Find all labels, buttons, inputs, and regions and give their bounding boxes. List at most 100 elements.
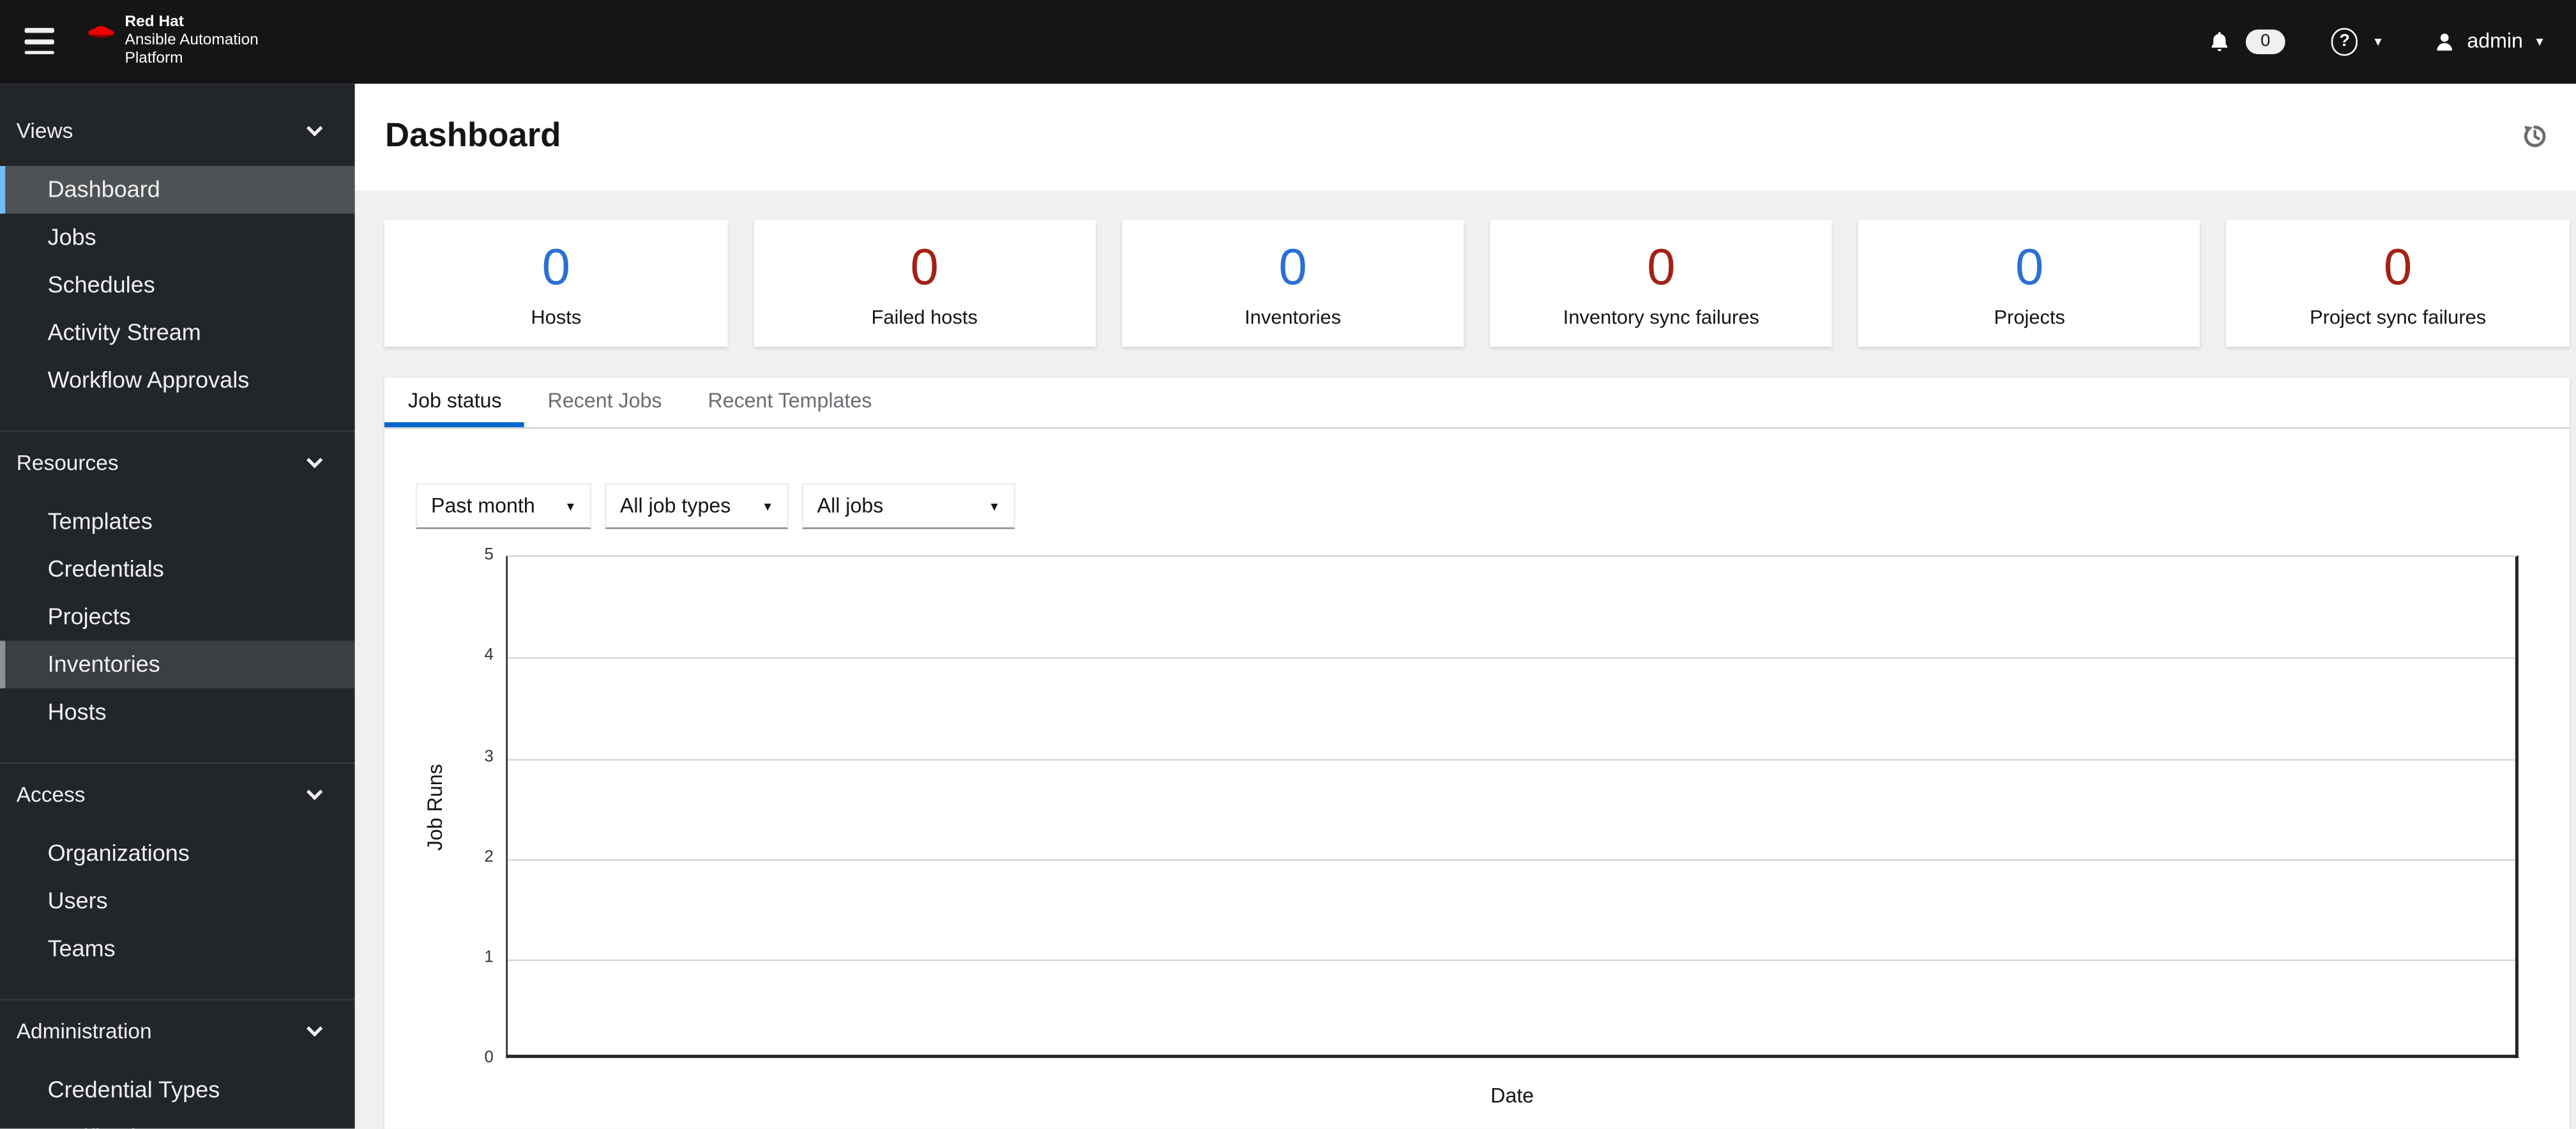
user-menu[interactable]: admin ▾ xyxy=(2434,30,2543,53)
stat-label: Projects xyxy=(1994,305,2066,329)
sidebar-section-toggle-administration[interactable]: Administration xyxy=(0,1006,355,1054)
plot-area xyxy=(505,555,2519,1059)
dashboard-content: 0 Hosts 0 Failed hosts 0 Inventories 0 Inventor… xyxy=(354,190,2576,1129)
stat-card-failed-hosts[interactable]: 0 Failed hosts xyxy=(753,220,1096,347)
sidebar-section-toggle-views[interactable]: Views xyxy=(0,106,355,154)
hamburger-icon xyxy=(24,28,54,33)
chart-filters: Past month ▾ All job types ▾ All jobs ▾ xyxy=(416,483,2569,529)
caret-down-icon: ▾ xyxy=(566,497,574,513)
stat-value[interactable]: 0 xyxy=(2234,241,2563,295)
sidebar-nav: Views Dashboard Jobs Schedules Activity Stre… xyxy=(0,82,355,1129)
sidebar-section-views: Views Dashboard Jobs Schedules Activity Stre… xyxy=(0,106,355,432)
filter-job-type-select[interactable]: All job types ▾ xyxy=(605,483,789,529)
gridline xyxy=(507,959,2516,962)
stat-card-project-sync-failures[interactable]: 0 Project sync failures xyxy=(2227,220,2569,347)
y-axis-ticks: 0 1 2 3 4 5 xyxy=(385,546,494,1067)
tabs-bar: Job status Recent Jobs Recent Templates xyxy=(385,378,2569,429)
sidebar-section-label: Administration xyxy=(16,1017,152,1043)
sidebar-item-users[interactable]: Users xyxy=(0,877,355,925)
sidebar-item-notifications[interactable]: Notifications xyxy=(0,1113,355,1129)
stat-label: Project sync failures xyxy=(2309,305,2487,329)
chevron-down-icon xyxy=(306,1019,323,1036)
gridline xyxy=(507,657,2516,660)
brand-logo: Red Hat Ansible Automation Platform xyxy=(87,13,259,68)
brand-line2: Ansible Automation xyxy=(125,31,259,49)
stat-value[interactable]: 0 xyxy=(1128,241,1457,295)
filter-job-type-value: All job types xyxy=(619,494,731,518)
filter-job-filter-value: All jobs xyxy=(817,494,884,518)
job-status-panel: Job status Recent Jobs Recent Templates Pa… xyxy=(385,377,2569,1129)
chevron-down-icon xyxy=(306,783,323,799)
sidebar-item-dashboard[interactable]: Dashboard xyxy=(0,165,355,213)
stat-label: Failed hosts xyxy=(871,305,978,329)
brand-line3: Platform xyxy=(125,49,183,67)
stat-label: Inventories xyxy=(1245,305,1342,329)
stat-label: Inventory sync failures xyxy=(1563,305,1759,329)
stat-value[interactable]: 0 xyxy=(760,241,1089,295)
filter-period-value: Past month xyxy=(431,494,535,518)
history-clock-icon xyxy=(2524,126,2546,148)
y-tick-label: 1 xyxy=(484,948,494,967)
sidebar-item-teams[interactable]: Teams xyxy=(0,924,355,972)
stat-card-hosts[interactable]: 0 Hosts xyxy=(385,220,727,347)
stat-value[interactable]: 0 xyxy=(1497,241,1826,295)
stat-label: Hosts xyxy=(531,305,582,329)
stat-card-inventory-sync-failures[interactable]: 0 Inventory sync failures xyxy=(1490,220,1833,347)
page-shell: Views Dashboard Jobs Schedules Activity Stre… xyxy=(0,82,2576,1129)
sidebar-item-activity-stream[interactable]: Activity Stream xyxy=(0,308,355,356)
caret-down-icon: ▾ xyxy=(990,497,998,513)
sidebar-section-access: Access Organizations Users Teams xyxy=(0,763,355,1000)
filter-job-filter-select[interactable]: All jobs ▾ xyxy=(802,483,1016,529)
sidebar-item-organizations[interactable]: Organizations xyxy=(0,829,355,877)
stat-value[interactable]: 0 xyxy=(391,241,720,295)
user-icon xyxy=(2436,33,2452,50)
filter-period-select[interactable]: Past month ▾ xyxy=(416,483,593,529)
notification-count-badge[interactable]: 0 xyxy=(2246,29,2285,54)
app-root: Red Hat Ansible Automation Platform 0 ? … xyxy=(0,0,2576,1129)
notifications-bell-button[interactable] xyxy=(2208,29,2231,54)
sidebar-item-credential-types[interactable]: Credential Types xyxy=(0,1065,355,1113)
chevron-down-icon xyxy=(306,451,323,468)
y-tick-label: 2 xyxy=(484,848,494,867)
main-area: Dashboard 0 Hosts 0 Failed hosts 0 Inventorie… xyxy=(354,82,2576,1129)
sidebar-section-label: Access xyxy=(16,781,86,806)
sidebar-item-inventories[interactable]: Inventories xyxy=(0,640,355,688)
stat-card-projects[interactable]: 0 Projects xyxy=(1858,220,2201,347)
y-tick-label: 5 xyxy=(484,546,494,564)
brand-line1: Red Hat xyxy=(125,13,184,31)
stat-value[interactable]: 0 xyxy=(1865,241,2194,295)
page-header: Dashboard xyxy=(354,82,2576,191)
redhat-hat-icon xyxy=(88,26,114,39)
y-tick-label: 4 xyxy=(484,647,494,665)
y-tick-label: 3 xyxy=(484,747,494,766)
tab-recent-jobs[interactable]: Recent Jobs xyxy=(525,378,685,427)
sidebar-item-credentials[interactable]: Credentials xyxy=(0,545,355,593)
sidebar-section-label: Views xyxy=(16,117,73,142)
sidebar-section-label: Resources xyxy=(16,449,119,474)
sidebar-section-toggle-resources[interactable]: Resources xyxy=(0,438,355,486)
stat-cards-row: 0 Hosts 0 Failed hosts 0 Inventories 0 Inventor… xyxy=(385,220,2569,347)
help-menu[interactable]: ? ▾ xyxy=(2331,27,2382,56)
sidebar-item-hosts[interactable]: Hosts xyxy=(0,688,355,736)
page-title: Dashboard xyxy=(385,117,561,155)
chevron-down-icon: ▾ xyxy=(2536,33,2543,50)
sidebar-item-projects[interactable]: Projects xyxy=(0,592,355,640)
sidebar-item-schedules[interactable]: Schedules xyxy=(0,261,355,308)
tab-recent-templates[interactable]: Recent Templates xyxy=(685,378,895,427)
job-runs-chart: Job Runs 012345 Date xyxy=(385,546,2569,1129)
sidebar-item-templates[interactable]: Templates xyxy=(0,497,355,545)
caret-down-icon: ▾ xyxy=(764,497,771,513)
stat-card-inventories[interactable]: 0 Inventories xyxy=(1121,220,1464,347)
nav-toggle-button[interactable] xyxy=(17,19,63,64)
gridline xyxy=(507,858,2516,861)
refresh-history-button[interactable] xyxy=(2522,124,2548,150)
sidebar-section-toggle-access[interactable]: Access xyxy=(0,769,355,817)
sidebar-section-resources: Resources Templates Credentials Projects Inv… xyxy=(0,431,355,764)
sidebar-item-jobs[interactable]: Jobs xyxy=(0,213,355,261)
chevron-down-icon: ▾ xyxy=(2374,33,2382,50)
tab-job-status[interactable]: Job status xyxy=(385,378,525,427)
x-axis-title: Date xyxy=(1490,1084,1534,1107)
masthead: Red Hat Ansible Automation Platform 0 ? … xyxy=(0,0,2576,83)
sidebar-item-workflow-approvals[interactable]: Workflow Approvals xyxy=(0,356,355,404)
chevron-down-icon xyxy=(306,119,323,136)
